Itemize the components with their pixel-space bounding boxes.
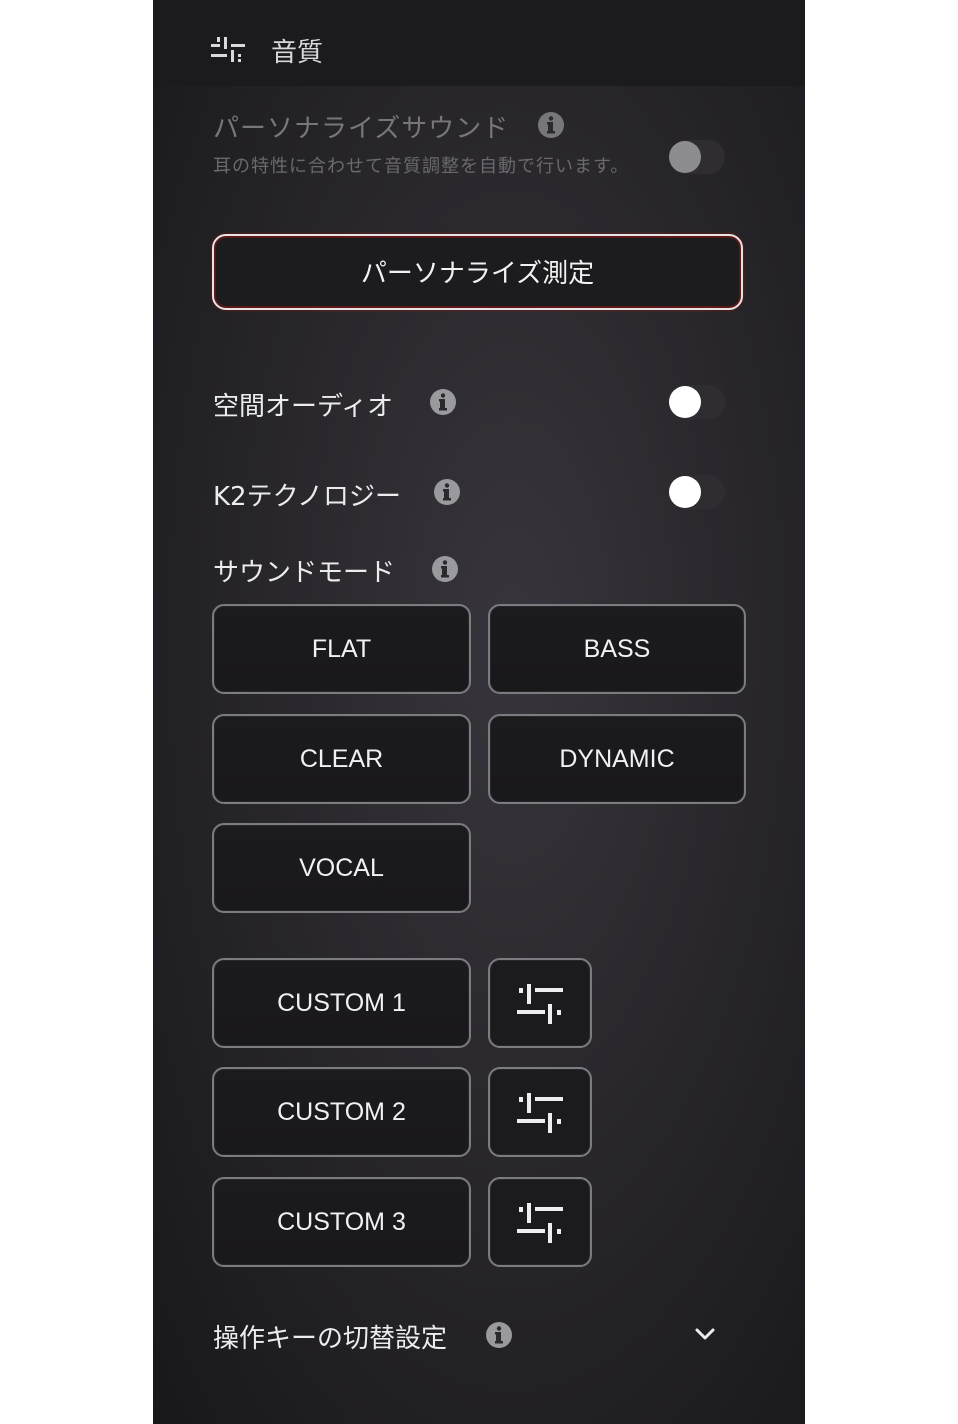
- spatial-audio-toggle[interactable]: [669, 385, 725, 419]
- toggle-knob: [669, 386, 701, 418]
- section-title: 音質: [271, 38, 324, 68]
- sound-mode-custom3-button[interactable]: CUSTOM 3: [212, 1177, 471, 1267]
- custom1-equalizer-button[interactable]: [488, 958, 592, 1048]
- info-icon[interactable]: [485, 1321, 513, 1349]
- spatial-audio-label: 空間オーディオ: [213, 392, 394, 422]
- sound-mode-vocal-button[interactable]: VOCAL: [212, 823, 471, 913]
- personalize-measure-button[interactable]: パーソナライズ測定: [212, 234, 743, 310]
- sliders-icon: [211, 37, 245, 62]
- toggle-knob: [669, 476, 701, 508]
- equalizer-icon: [517, 984, 563, 1024]
- section-header: 音質: [153, 0, 805, 86]
- personalize-description: 耳の特性に合わせて音質調整を自動で行います。: [213, 156, 630, 177]
- sound-mode-flat-button[interactable]: FLAT: [212, 604, 471, 694]
- custom3-equalizer-button[interactable]: [488, 1177, 592, 1267]
- sound-mode-label: サウンドモード: [213, 558, 396, 588]
- sound-mode-custom2-button[interactable]: CUSTOM 2: [212, 1067, 471, 1157]
- sound-mode-custom1-button[interactable]: CUSTOM 1: [212, 958, 471, 1048]
- equalizer-icon: [517, 1203, 563, 1243]
- k2-technology-toggle[interactable]: [669, 475, 725, 509]
- custom2-equalizer-button[interactable]: [488, 1067, 592, 1157]
- toggle-knob: [669, 141, 701, 173]
- sound-mode-bass-button[interactable]: BASS: [488, 604, 746, 694]
- info-icon[interactable]: [537, 111, 565, 139]
- chevron-down-icon[interactable]: [694, 1326, 716, 1342]
- personalize-title: パーソナライズサウンド: [213, 114, 510, 144]
- personalize-toggle[interactable]: [669, 140, 725, 174]
- info-icon[interactable]: [433, 478, 461, 506]
- key-switch-label[interactable]: 操作キーの切替設定: [213, 1318, 447, 1355]
- sound-mode-clear-button[interactable]: CLEAR: [212, 714, 471, 804]
- info-icon[interactable]: [431, 555, 459, 583]
- sound-quality-panel: 音質 パーソナライズサウンド 耳の特性に合わせて音質調整を自動で行います。 パー…: [153, 0, 805, 1424]
- info-icon[interactable]: [429, 388, 457, 416]
- equalizer-icon: [517, 1093, 563, 1133]
- k2-technology-label: K2テクノロジー: [213, 482, 402, 512]
- sound-mode-dynamic-button[interactable]: DYNAMIC: [488, 714, 746, 804]
